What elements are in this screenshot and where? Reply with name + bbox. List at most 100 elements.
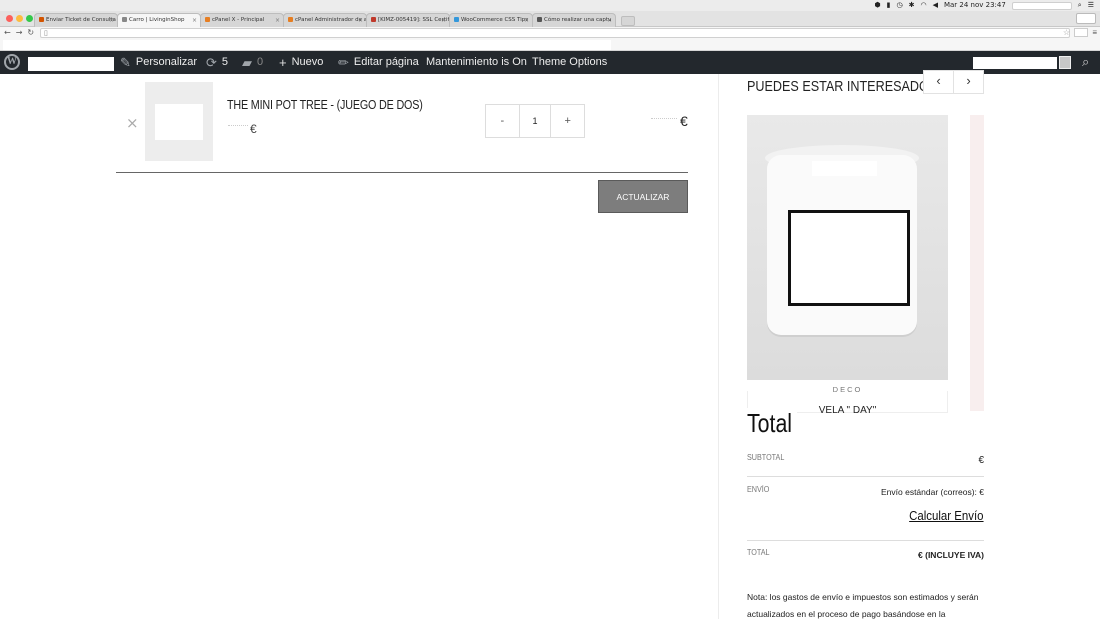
candle-text-redacted xyxy=(812,161,877,176)
updates-link[interactable]: ⟳ 5 xyxy=(206,51,228,74)
browser-tab[interactable]: Enviar Ticket de Consulta × xyxy=(34,13,118,27)
back-icon[interactable]: ← xyxy=(4,27,11,38)
theme-options-label: Theme Options xyxy=(532,56,608,68)
tab-label: WooCommerce CSS Tips xyxy=(461,17,529,23)
price-currency: € xyxy=(250,122,257,136)
totals-divider xyxy=(747,540,984,541)
wordpress-logo-icon[interactable]: W xyxy=(4,54,20,70)
notification-center-icon[interactable]: ☰ xyxy=(1088,1,1094,10)
spotlight-field[interactable] xyxy=(1011,1,1072,10)
tab-close-icon[interactable]: × xyxy=(607,14,612,27)
bluetooth-icon[interactable]: ✱ xyxy=(909,1,915,10)
tab-label: Enviar Ticket de Consulta xyxy=(46,17,116,23)
new-label: Nuevo xyxy=(291,56,324,68)
search-icon[interactable]: ⌕ xyxy=(1082,54,1089,70)
related-product-image[interactable] xyxy=(747,115,948,380)
page-info-icon[interactable]: ▯ xyxy=(44,29,48,38)
tab-label: [KIMZ-005419]: SSL Certif xyxy=(378,17,450,23)
edit-page-link[interactable]: ✏ Editar página xyxy=(338,51,419,74)
comments-count: 0 xyxy=(257,56,264,68)
tab-close-icon[interactable]: × xyxy=(441,14,446,27)
tab-favicon-icon xyxy=(454,17,459,22)
tab-close-icon[interactable]: × xyxy=(358,14,363,27)
sidebar-divider xyxy=(718,74,719,619)
subtotal-label: SUBTOTAL xyxy=(747,453,785,462)
maintenance-link[interactable]: Mantenimiento is On xyxy=(426,51,527,74)
browser-tab[interactable]: cPanel Administrador de a × xyxy=(283,13,367,27)
comment-icon: ▰ xyxy=(242,55,252,70)
minimize-window-icon[interactable] xyxy=(16,15,23,22)
dropbox-icon[interactable]: ⬢ xyxy=(875,1,881,10)
chrome-menu-icon[interactable]: ≡ xyxy=(1092,27,1097,38)
account-name-redacted[interactable] xyxy=(973,57,1057,69)
product-thumbnail[interactable] xyxy=(145,82,213,161)
refresh-icon: ⟳ xyxy=(206,55,217,70)
browser-tab[interactable]: [KIMZ-005419]: SSL Certif × xyxy=(366,13,450,27)
site-name-redacted[interactable] xyxy=(28,57,114,71)
clock-text[interactable]: Mar 24 nov 23:47 xyxy=(944,1,1006,10)
qty-increase-button[interactable]: + xyxy=(551,105,584,137)
qty-input[interactable]: 1 xyxy=(518,105,552,137)
lock-icon[interactable]: ▮ xyxy=(887,1,891,10)
forward-icon[interactable]: → xyxy=(16,27,23,38)
theme-options-link[interactable]: Theme Options xyxy=(532,51,607,74)
cart-item-name[interactable]: THE MINI POT TREE - (JUEGO DE DOS) xyxy=(227,98,423,112)
total-value: € (INCLUYE IVA) xyxy=(918,550,984,560)
tab-close-icon[interactable]: × xyxy=(524,14,529,27)
browser-tab[interactable]: Carro | LivinginShop × xyxy=(117,13,201,27)
browser-tabstrip: Enviar Ticket de Consulta × Carro | Living… xyxy=(0,11,1100,27)
avatar[interactable] xyxy=(1059,56,1071,69)
shipping-value: Envío estándar (correos): € xyxy=(881,487,984,497)
tab-favicon-icon xyxy=(371,17,376,22)
update-cart-button[interactable]: ACTUALIZAR CARRITO xyxy=(598,180,688,235)
price-redacted xyxy=(228,125,248,133)
os-menubar: ⬢ ▮ ◷ ✱ ◠ ◀ Mar 24 nov 23:47 ⌕ ☰ xyxy=(0,0,1100,11)
totals-divider xyxy=(747,476,984,477)
browser-tab[interactable]: cPanel X - Principal × xyxy=(200,13,284,27)
maintenance-label: Mantenimiento is On xyxy=(426,56,527,68)
maximize-window-icon[interactable] xyxy=(26,15,33,22)
pencil-icon: ✏ xyxy=(338,55,349,70)
redacted-bar xyxy=(3,40,611,50)
address-bar[interactable]: ▯ xyxy=(40,28,1070,38)
clock-icon[interactable]: ◷ xyxy=(896,1,902,10)
next-related-product-image[interactable] xyxy=(970,115,984,411)
new-content-link[interactable]: + Nuevo xyxy=(279,51,323,74)
browser-tab[interactable]: Cómo realizar una captu × xyxy=(532,13,616,27)
wifi-icon[interactable]: ◠ xyxy=(920,1,926,10)
brush-icon: ✎ xyxy=(120,55,131,70)
tab-label: Carro | LivinginShop xyxy=(129,17,185,23)
thumbnail-redacted xyxy=(155,104,203,140)
window-controls xyxy=(6,15,33,22)
updates-count: 5 xyxy=(221,56,229,68)
calculate-shipping-link[interactable]: Calcular Envío xyxy=(910,508,984,523)
close-window-icon[interactable] xyxy=(6,15,13,22)
tab-close-icon[interactable]: × xyxy=(192,14,197,27)
carousel-prev-button[interactable]: ‹ xyxy=(923,70,954,94)
browser-tab[interactable]: WooCommerce CSS Tips × xyxy=(449,13,533,27)
reload-icon[interactable]: ↻ xyxy=(27,27,34,38)
carousel-next-button[interactable]: › xyxy=(953,70,984,94)
subtotal-value: € xyxy=(978,455,984,466)
tab-favicon-icon xyxy=(288,17,293,22)
qty-decrease-button[interactable]: - xyxy=(486,105,519,137)
tab-favicon-icon xyxy=(122,17,127,22)
comments-link[interactable]: ▰ 0 xyxy=(242,51,263,74)
bookmark-star-icon[interactable]: ☆ xyxy=(1063,27,1070,38)
extension-button[interactable] xyxy=(1074,28,1088,37)
tab-favicon-icon xyxy=(537,17,542,22)
tab-close-icon[interactable]: × xyxy=(275,14,280,27)
line-total-currency: € xyxy=(680,113,688,129)
customize-link[interactable]: ✎ Personalizar xyxy=(120,51,197,74)
tab-favicon-icon xyxy=(39,17,44,22)
line-total-redacted xyxy=(651,118,677,126)
tab-label: Cómo realizar una captu xyxy=(544,17,612,23)
remove-item-icon[interactable]: × xyxy=(126,114,139,132)
new-tab-button[interactable] xyxy=(621,16,635,26)
spotlight-icon[interactable]: ⌕ xyxy=(1078,1,1082,10)
tab-close-icon[interactable]: × xyxy=(109,14,114,27)
volume-icon[interactable]: ◀ xyxy=(933,1,938,10)
profile-button[interactable] xyxy=(1076,13,1096,24)
shipping-label: ENVÍO xyxy=(747,485,770,494)
browser-toolbar: ← → ↻ ▯ ☆ ≡ xyxy=(0,27,1100,39)
